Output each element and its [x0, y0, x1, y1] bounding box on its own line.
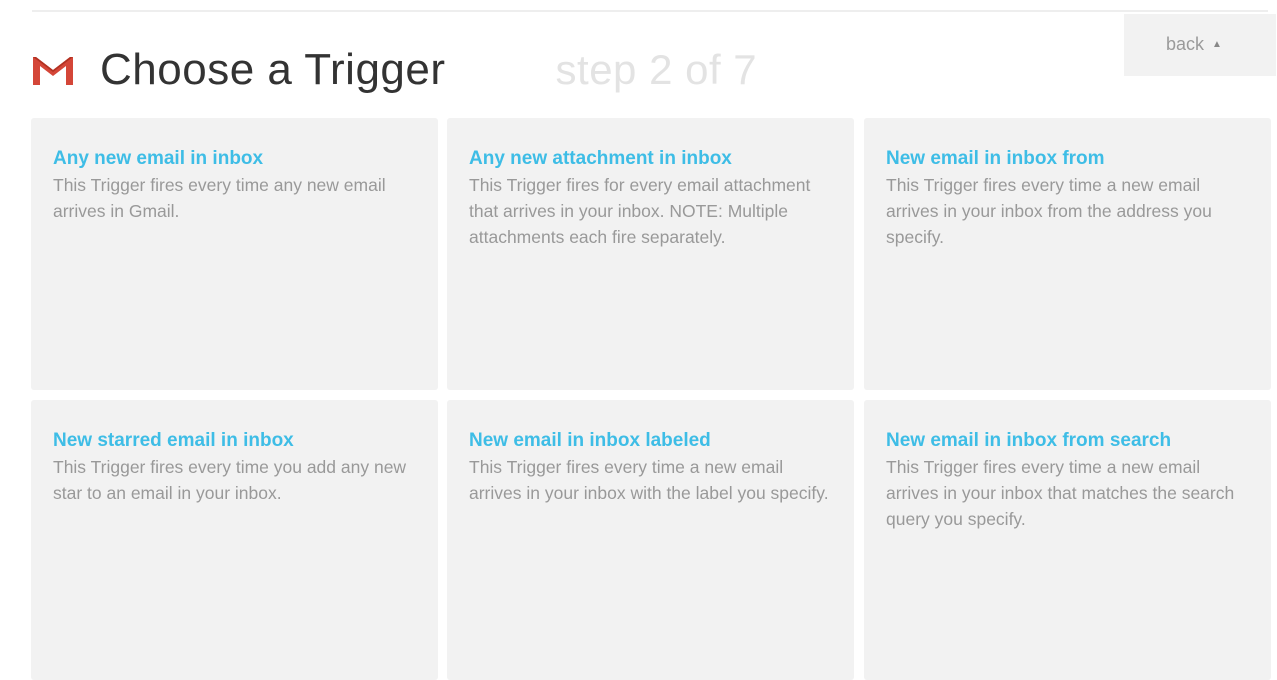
- trigger-card-email-labeled[interactable]: New email in inbox labeled This Trigger …: [447, 400, 854, 680]
- trigger-title: Any new attachment in inbox: [469, 148, 732, 169]
- gmail-icon: [30, 53, 76, 87]
- trigger-description: This Trigger fires every time a new emai…: [886, 175, 1212, 247]
- trigger-card-any-new-email[interactable]: Any new email in inbox This Trigger fire…: [31, 118, 438, 390]
- trigger-title: New email in inbox from: [886, 148, 1105, 169]
- trigger-description: This Trigger fires every time a new emai…: [469, 457, 829, 503]
- trigger-description: This Trigger fires every time you add an…: [53, 457, 407, 503]
- back-button[interactable]: back ▲: [1124, 14, 1276, 76]
- trigger-card-new-attachment[interactable]: Any new attachment in inbox This Trigger…: [447, 118, 854, 390]
- step-indicator: step 2 of 7: [555, 46, 758, 93]
- page-title: Choose a Trigger: [100, 45, 446, 94]
- trigger-description: This Trigger fires every time any new em…: [53, 175, 386, 221]
- trigger-title: New starred email in inbox: [53, 430, 294, 451]
- trigger-title: New email in inbox labeled: [469, 430, 711, 451]
- trigger-title: Any new email in inbox: [53, 148, 264, 169]
- trigger-card-starred-email[interactable]: New starred email in inbox This Trigger …: [31, 400, 438, 680]
- caret-up-icon: ▲: [1212, 39, 1222, 50]
- page-header: Choose a Trigger step 2 of 7: [30, 30, 757, 110]
- back-button-label: back: [1166, 34, 1205, 54]
- trigger-card-new-email-from[interactable]: New email in inbox from This Trigger fir…: [864, 118, 1271, 390]
- trigger-title: New email in inbox from search: [886, 430, 1172, 451]
- top-divider: [32, 10, 1268, 12]
- trigger-description: This Trigger fires for every email attac…: [469, 175, 811, 247]
- trigger-description: This Trigger fires every time a new emai…: [886, 457, 1235, 529]
- trigger-card-email-from-search[interactable]: New email in inbox from search This Trig…: [864, 400, 1271, 680]
